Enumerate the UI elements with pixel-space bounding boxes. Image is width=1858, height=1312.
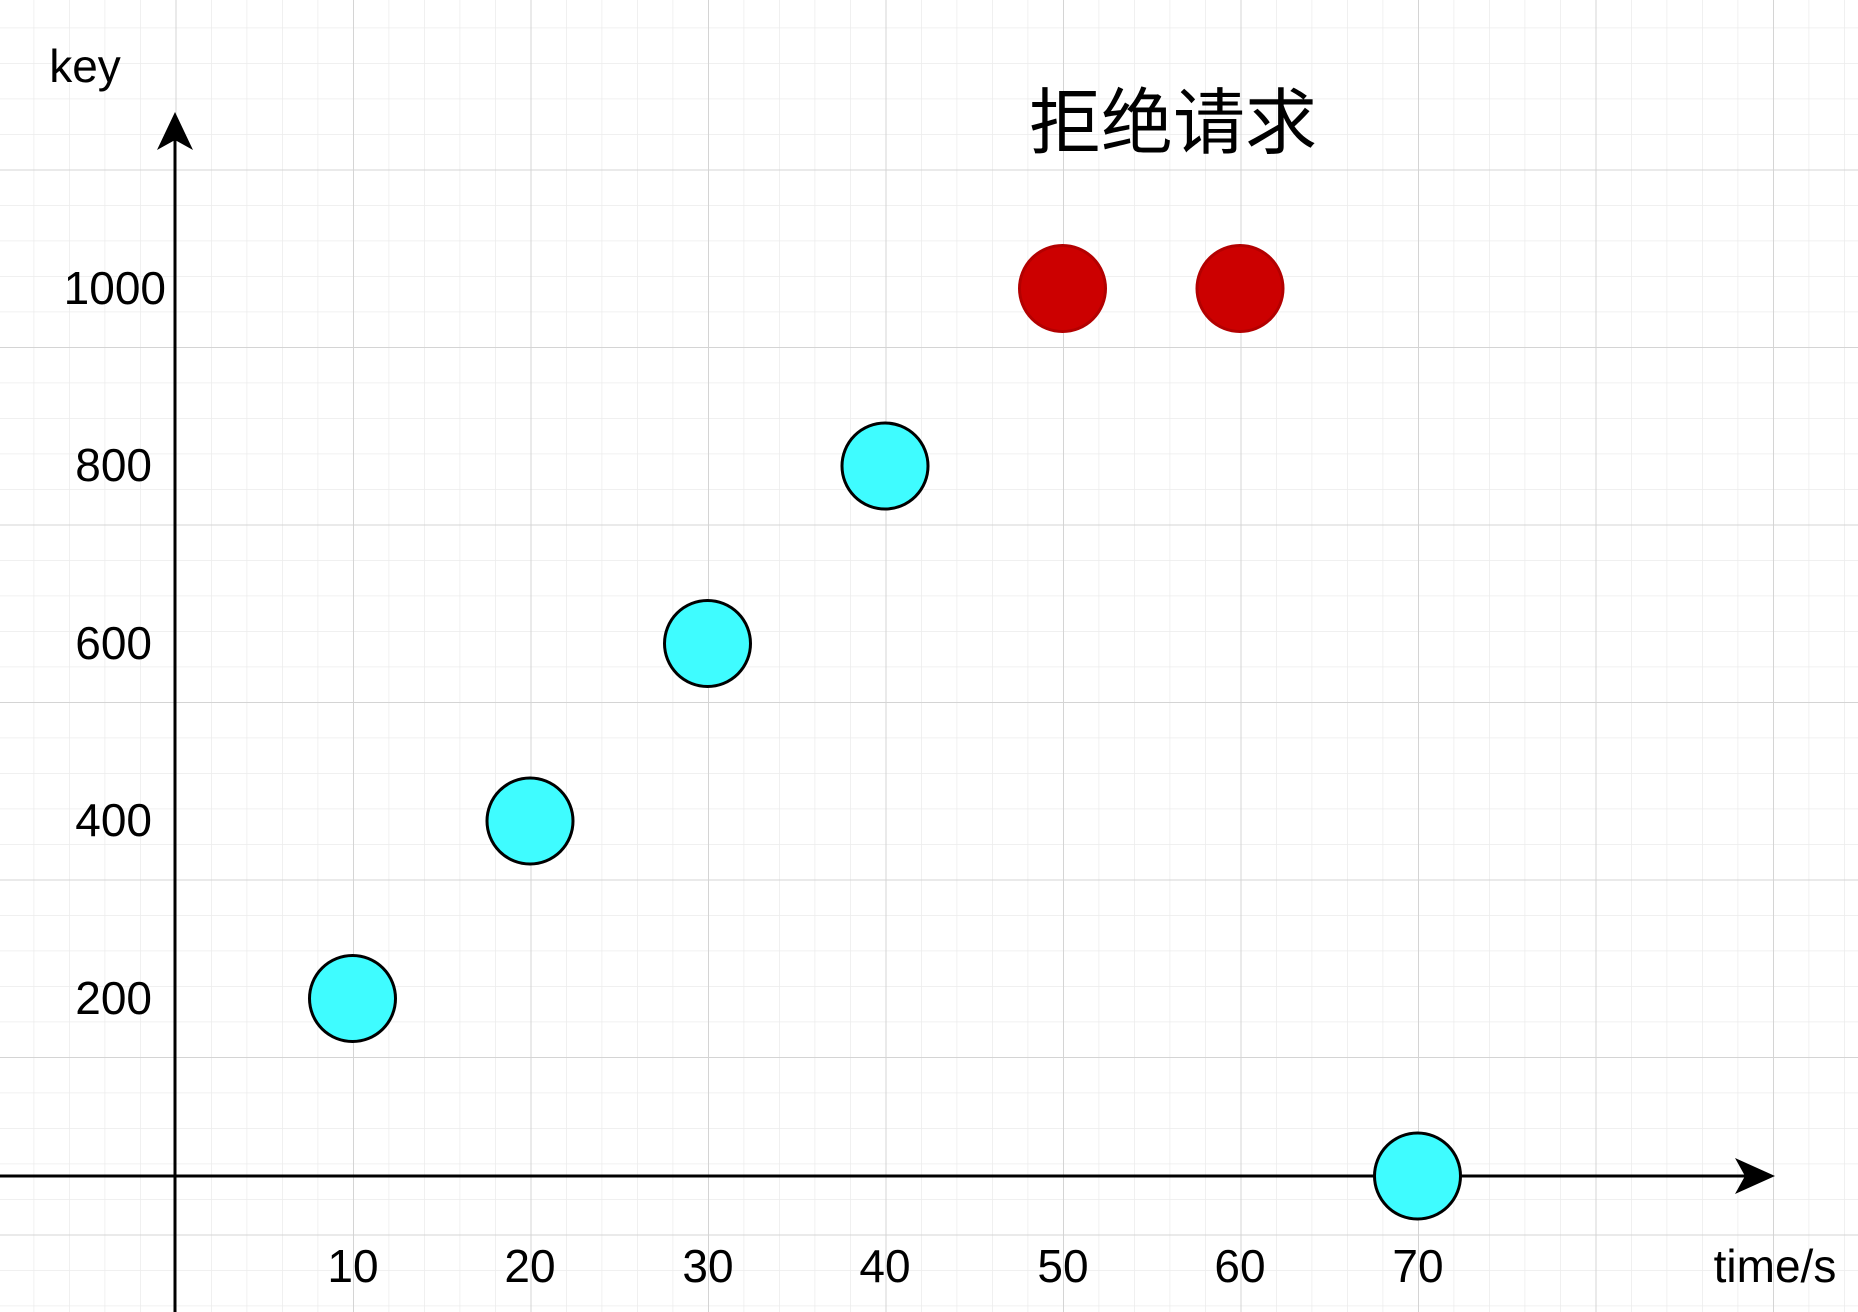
y-tick-label: 600 xyxy=(75,617,152,669)
x-tick-label: 30 xyxy=(682,1240,733,1292)
y-tick-label: 800 xyxy=(75,439,152,491)
accepted-request-point xyxy=(840,421,930,511)
x-tick-label: 50 xyxy=(1037,1240,1088,1292)
y-tick-label: 1000 xyxy=(64,262,166,314)
accepted-request-point xyxy=(1373,1131,1462,1221)
y-tick-label: 200 xyxy=(75,972,152,1024)
chart-canvas: key time/s 10 20 30 40 50 60 70 200 400 … xyxy=(0,0,1858,1312)
x-tick-label: 70 xyxy=(1392,1240,1443,1292)
y-tick-label: 400 xyxy=(75,794,152,846)
background-grid-major xyxy=(0,0,1858,1312)
rejected-request-point xyxy=(1195,244,1285,333)
rejected-requests-annotation: 拒绝请求 xyxy=(1029,81,1317,165)
x-tick-label: 60 xyxy=(1214,1240,1265,1292)
x-tick-label: 10 xyxy=(327,1240,378,1292)
x-tick-label: 40 xyxy=(859,1240,910,1292)
accepted-request-point xyxy=(485,776,575,866)
accepted-request-point xyxy=(308,954,397,1043)
y-axis-label: key xyxy=(49,40,121,92)
x-axis-label: time/s xyxy=(1714,1240,1837,1292)
x-tick-label: 20 xyxy=(504,1240,555,1292)
accepted-request-point xyxy=(663,599,752,688)
rejected-request-point xyxy=(1018,244,1107,333)
